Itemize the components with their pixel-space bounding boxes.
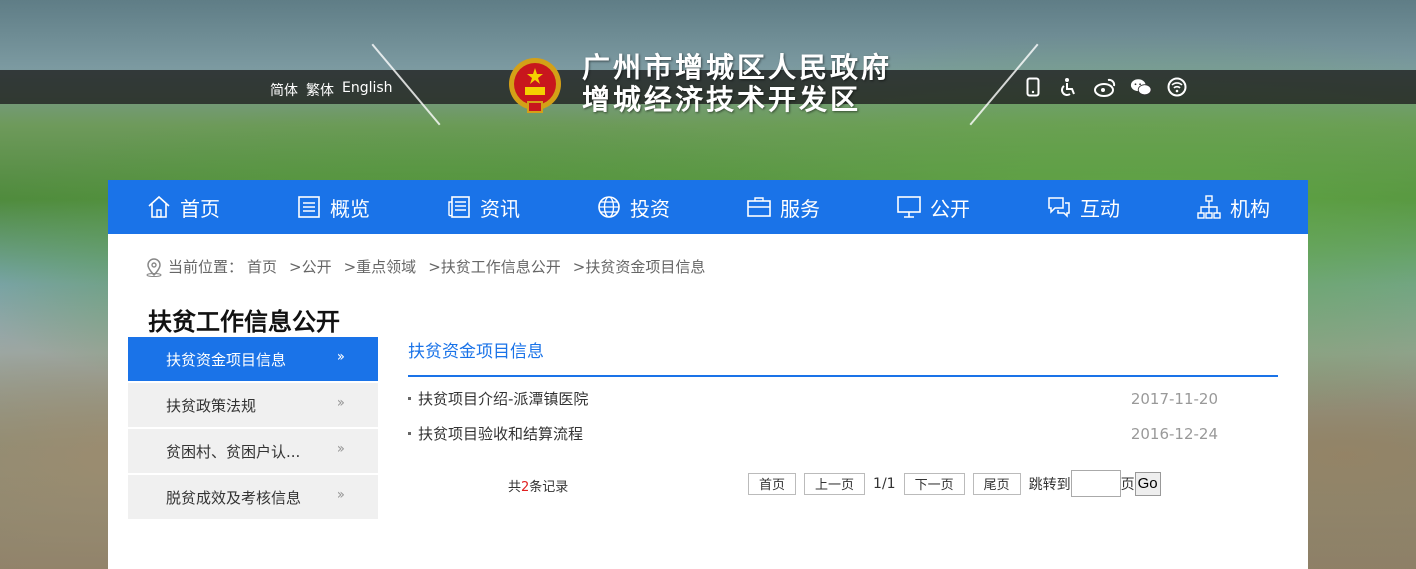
nav-interact-label: 互动 — [1080, 196, 1120, 221]
article-list: 扶贫项目介绍-派潭镇医院 2017-11-20 扶贫项目验收和结算流程 2016… — [408, 381, 1278, 451]
double-chevron-right-icon: ›› — [336, 487, 345, 503]
sidebar-item-poor-villages[interactable]: 贫困村、贫困户认... ›› — [128, 429, 378, 473]
nav-org[interactable]: 机构 — [1158, 180, 1308, 234]
national-emblem-logo — [506, 56, 564, 116]
breadcrumb-key-areas[interactable]: >重点领域 — [344, 256, 417, 277]
wechat-icon[interactable] — [1130, 76, 1152, 98]
nav-home[interactable]: 首页 — [108, 180, 258, 234]
pager-controls: 首页 上一页 1/1 下一页 尾页 跳转到 页 Go — [748, 470, 1161, 497]
page-jump-input[interactable] — [1070, 470, 1121, 497]
go-button[interactable]: Go — [1134, 471, 1161, 496]
home-icon — [148, 195, 170, 218]
top-icon-group — [1022, 76, 1188, 98]
prev-page-button[interactable]: 上一页 — [804, 472, 866, 495]
bullet-icon — [408, 432, 411, 435]
nav-open[interactable]: 公开 — [858, 180, 1008, 234]
sidebar-item-assessment[interactable]: 脱贫成效及考核信息 ›› — [128, 475, 378, 519]
chat-icon — [1048, 197, 1070, 218]
breadcrumb-home[interactable]: 首页 — [247, 256, 277, 277]
overview-icon — [298, 196, 320, 218]
nav-service-label: 服务 — [780, 196, 820, 221]
article-link[interactable]: 扶贫项目介绍-派潭镇医院 — [408, 388, 588, 409]
nav-invest-label: 投资 — [630, 196, 670, 221]
briefcase-icon — [747, 197, 771, 217]
next-page-button[interactable]: 下一页 — [903, 472, 965, 495]
breadcrumb-current[interactable]: >扶贫资金项目信息 — [573, 256, 706, 277]
jump-label: 跳转到 — [1028, 476, 1071, 493]
mobile-icon[interactable] — [1022, 76, 1044, 98]
main-content-panel: 当前位置： 首页 >公开 >重点领域 >扶贫工作信息公开 >扶贫资金项目信息 扶… — [108, 234, 1308, 569]
record-count-prefix: 共 — [508, 480, 522, 495]
first-page-button[interactable]: 首页 — [748, 472, 797, 495]
page-info: 1/1 — [873, 475, 896, 492]
nav-org-label: 机构 — [1230, 196, 1270, 221]
site-title: 广州市增城区人民政府 增城经济技术开发区 — [582, 52, 892, 116]
weibo-icon[interactable] — [1094, 76, 1116, 98]
sidebar-item-label: 脱贫成效及考核信息 — [166, 488, 302, 507]
breadcrumb-poverty-info[interactable]: >扶贫工作信息公开 — [428, 256, 561, 277]
sidebar-item-label: 扶贫资金项目信息 — [166, 350, 287, 369]
globe-icon — [598, 196, 620, 218]
news-icon — [448, 196, 470, 218]
sidebar-title: 扶贫工作信息公开 — [148, 308, 340, 336]
site-title-line2: 增城经济技术开发区 — [582, 83, 862, 116]
record-count-suffix: 条记录 — [529, 480, 569, 495]
lang-english-link[interactable]: English — [342, 80, 393, 100]
sidebar-item-label: 扶贫政策法规 — [166, 396, 257, 415]
breadcrumb-prefix: 当前位置： — [168, 258, 244, 276]
article-title: 扶贫项目验收和结算流程 — [418, 425, 584, 443]
sidebar-menu: 扶贫资金项目信息 ›› 扶贫政策法规 ›› 贫困村、贫困户认... ›› 脱贫成… — [128, 337, 378, 521]
monitor-icon — [897, 196, 921, 218]
double-chevron-right-icon: ›› — [336, 349, 345, 365]
page-unit-label: 页 — [1120, 476, 1135, 493]
nav-invest[interactable]: 投资 — [558, 180, 708, 234]
double-chevron-right-icon: ›› — [336, 395, 345, 411]
article-date: 2017-11-20 — [1130, 389, 1218, 408]
sidebar-item-policies[interactable]: 扶贫政策法规 ›› — [128, 383, 378, 427]
last-page-button[interactable]: 尾页 — [972, 472, 1021, 495]
lang-traditional-link[interactable]: 繁体 — [306, 80, 334, 100]
record-count: 共2条记录 — [508, 476, 568, 495]
article-link[interactable]: 扶贫项目验收和结算流程 — [408, 423, 583, 444]
language-switcher: 简体 繁体 English — [270, 80, 393, 100]
nav-home-label: 首页 — [180, 196, 220, 221]
nav-news-label: 资讯 — [480, 196, 520, 221]
breadcrumb: 当前位置： 首页 >公开 >重点领域 >扶贫工作信息公开 >扶贫资金项目信息 — [144, 256, 705, 277]
location-pin-icon — [146, 257, 162, 277]
sidebar-item-label: 贫困村、贫困户认... — [166, 442, 301, 461]
nav-interact[interactable]: 互动 — [1008, 180, 1158, 234]
double-chevron-right-icon: ›› — [336, 441, 345, 457]
lang-simplified-link[interactable]: 简体 — [270, 80, 298, 100]
sidebar-item-funds-projects[interactable]: 扶贫资金项目信息 ›› — [128, 337, 378, 381]
content-area: 扶贫资金项目信息 扶贫项目介绍-派潭镇医院 2017-11-20 扶贫项目验收和… — [408, 337, 1278, 451]
elderly-mode-icon[interactable] — [1166, 76, 1188, 98]
list-item: 扶贫项目介绍-派潭镇医院 2017-11-20 — [408, 381, 1278, 416]
article-title: 扶贫项目介绍-派潭镇医院 — [418, 390, 589, 408]
nav-open-label: 公开 — [930, 196, 970, 221]
article-date: 2016-12-24 — [1130, 424, 1218, 443]
site-title-line1: 广州市增城区人民政府 — [582, 51, 893, 84]
org-chart-icon — [1197, 195, 1221, 219]
list-item: 扶贫项目验收和结算流程 2016-12-24 — [408, 416, 1278, 451]
main-navbar: 首页 概览 资讯 投资 服务 公开 互动 机构 — [108, 180, 1308, 234]
nav-overview-label: 概览 — [330, 196, 370, 221]
nav-service[interactable]: 服务 — [708, 180, 858, 234]
breadcrumb-open[interactable]: >公开 — [289, 256, 332, 277]
accessibility-icon[interactable] — [1058, 76, 1080, 98]
content-title: 扶贫资金项目信息 — [408, 337, 1278, 377]
nav-overview[interactable]: 概览 — [258, 180, 408, 234]
nav-news[interactable]: 资讯 — [408, 180, 558, 234]
bullet-icon — [408, 397, 411, 400]
